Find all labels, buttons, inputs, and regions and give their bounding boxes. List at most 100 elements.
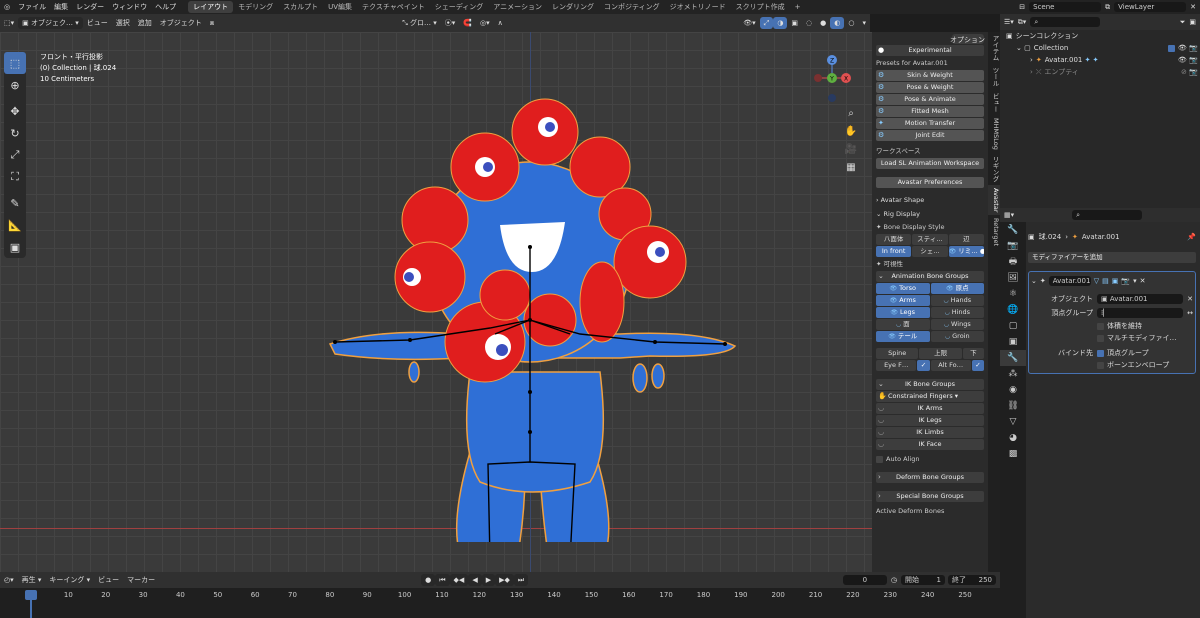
render-tab-icon[interactable]: 📷	[1000, 238, 1026, 254]
preset-skin-weight-button[interactable]: ⚙ Skin & Weight	[876, 70, 984, 81]
tab-rigging[interactable]: リギング	[988, 153, 1000, 185]
options-dropdown[interactable]: オプション	[950, 35, 985, 45]
keying-menu[interactable]: キーイング ▾	[45, 574, 94, 586]
mascot-model[interactable]	[320, 72, 750, 542]
outliner-item-avatar[interactable]: › ✦ Avatar.001 ✦ ✦ 👁 📷	[1000, 54, 1200, 66]
clear-object-icon[interactable]: ✕	[1187, 295, 1193, 303]
object-tab-icon[interactable]: ▣	[1000, 334, 1026, 350]
world-tab-icon[interactable]: 🌐	[1000, 302, 1026, 318]
anim-group-toggle[interactable]: ◡ Wings	[930, 319, 984, 330]
viewport-display-icon[interactable]: ▣	[1112, 277, 1119, 285]
in-front-toggle[interactable]: In front	[876, 246, 912, 257]
alt-focus-toggle[interactable]: Alt Fo…	[930, 360, 971, 371]
shading-wireframe-icon[interactable]: ◌	[802, 17, 816, 29]
constrained-fingers-select[interactable]: ✋ Constrained Fingers ▾	[876, 391, 984, 402]
anim-group-toggle[interactable]: ◡ Hands	[930, 295, 984, 306]
avastar-preferences-button[interactable]: Avastar Preferences	[876, 177, 984, 188]
preset-fitted-mesh-button[interactable]: ⚙ Fitted Mesh	[876, 106, 984, 117]
ik-face-toggle[interactable]: ◡ IK Face	[876, 439, 984, 450]
bind-bone-envelopes-checkbox[interactable]: ボーンエンベロープ	[1031, 359, 1193, 371]
anim-group-toggle[interactable]: 👁 Arms	[876, 295, 930, 306]
scene-collection-row[interactable]: ▣ シーンコレクション	[1000, 30, 1200, 42]
anim-group-toggle[interactable]: ◡ Hinds	[930, 307, 984, 318]
cursor-icon[interactable]: ⊕	[4, 74, 26, 96]
overlay-toggle-icon[interactable]: ◑	[773, 17, 788, 29]
style-stick-button[interactable]: スティ…	[912, 234, 948, 245]
object-field[interactable]: ▣ Avatar.001	[1097, 294, 1184, 304]
upper-radio[interactable]: 上限	[919, 348, 962, 359]
record-icon[interactable]: ●	[421, 574, 436, 586]
menu-help[interactable]: ヘルプ	[151, 2, 180, 12]
mode-select[interactable]: ▣ オブジェク… ▾	[18, 17, 83, 29]
display-mode-icon[interactable]: ⧉▾	[1018, 18, 1027, 27]
end-frame-field[interactable]: 終了 250	[948, 575, 996, 585]
jump-end-icon[interactable]: ⏭	[513, 574, 529, 586]
empty-camera-icon[interactable]: 📷	[1189, 66, 1198, 78]
collection-checkbox[interactable]	[1167, 44, 1175, 52]
spine-toggle[interactable]: Spine	[876, 348, 919, 359]
scene-field[interactable]: Scene	[1029, 2, 1102, 12]
alt-focus-checkbox[interactable]: ✓	[971, 360, 984, 371]
particles-tab-icon[interactable]: ⁂	[1000, 366, 1026, 382]
anim-group-toggle[interactable]: ◡ 面	[876, 319, 930, 330]
menu-render[interactable]: レンダー	[72, 2, 108, 12]
blender-logo-icon[interactable]: ◎	[0, 3, 14, 11]
avatar-shape-panel-header[interactable]: › Avatar Shape	[872, 193, 988, 207]
timeline-editor-icon[interactable]: ◴▾	[0, 574, 18, 586]
collapse-icon[interactable]: ⌄	[1031, 277, 1037, 285]
close-view-layer-icon[interactable]: ✕	[1186, 3, 1200, 11]
3d-viewport[interactable]: フロント・平行投影 (0) Collection | 球.024 10 Cent…	[0, 32, 872, 572]
shading-options-icon[interactable]: ▾	[858, 17, 870, 29]
edit-mode-icon[interactable]: ▽	[1094, 277, 1099, 285]
xray-icon[interactable]: ▣	[787, 17, 802, 29]
camera-view-icon[interactable]: 🎥	[842, 140, 860, 158]
ik-limbs-toggle[interactable]: ◡ IK Limbs	[876, 427, 984, 438]
tab-mhmslog[interactable]: MHMSLog	[988, 115, 1000, 153]
move-icon[interactable]: ✥	[4, 100, 26, 122]
pin-icon[interactable]: 📌	[1187, 233, 1196, 241]
workspace-tab-animation[interactable]: アニメーション	[488, 1, 547, 13]
shading-solid-icon[interactable]: ●	[816, 17, 830, 29]
editor-type-icon[interactable]: ⬚▾	[0, 17, 18, 29]
menu-edit[interactable]: 編集	[50, 2, 72, 12]
workspace-tab-geometry-nodes[interactable]: ジオメトリノード	[665, 1, 731, 13]
anim-group-toggle[interactable]: 👁 Legs	[876, 307, 930, 318]
gizmo-toggle-icon[interactable]: ⤢	[759, 17, 774, 29]
shape-toggle[interactable]: シェ…	[912, 246, 948, 257]
add-modifier-button[interactable]: モディファイアーを追加	[1028, 252, 1196, 263]
load-workspace-button[interactable]: Load SL Animation Workspace	[876, 158, 984, 169]
outliner-item-empty[interactable]: › ⤫ エンプティ ⊘ 📷	[1000, 66, 1200, 78]
measure-icon[interactable]: 📐	[4, 214, 26, 236]
rotate-icon[interactable]: ↻	[4, 122, 26, 144]
shading-rendered-icon[interactable]: ○	[844, 17, 858, 29]
annotate-icon[interactable]: ✎	[4, 192, 26, 214]
tab-avastar[interactable]: Avastar	[988, 184, 1000, 216]
play-icon[interactable]: ▶	[481, 574, 496, 586]
jump-start-icon[interactable]: ⏮	[435, 574, 450, 586]
tab-retarget[interactable]: Retarget	[988, 215, 1000, 249]
ik-bone-groups-header[interactable]: ⌄ IK Bone Groups	[876, 379, 984, 390]
eye-focus-toggle[interactable]: Eye F…	[876, 360, 917, 371]
preserve-volume-checkbox[interactable]: 体積を維持	[1031, 320, 1193, 332]
select-box-icon[interactable]: ⬚	[4, 52, 26, 74]
scene-tab-icon[interactable]: ⚛	[1000, 286, 1026, 302]
on-cage-icon[interactable]: ▤	[1102, 277, 1109, 285]
rig-display-panel-header[interactable]: ⌄ Rig Display	[872, 207, 988, 221]
properties-search[interactable]: ⌕	[1072, 210, 1143, 220]
menu-view[interactable]: ビュー	[83, 17, 112, 29]
workspace-tab-uv[interactable]: UV編集	[323, 1, 357, 13]
physics-tab-icon[interactable]: ◉	[1000, 382, 1026, 398]
grid-view-icon[interactable]: ▦	[842, 158, 860, 176]
preview-range-icon[interactable]: ◷	[887, 574, 901, 586]
avatar-camera-icon[interactable]: 📷	[1189, 54, 1198, 66]
falloff-icon[interactable]: ∧	[494, 17, 507, 29]
snap-icon[interactable]: 🧲	[459, 17, 476, 29]
transform-icon[interactable]: ⛶	[4, 166, 26, 188]
texture-tab-icon[interactable]: ▩	[1000, 446, 1026, 462]
remove-modifier-icon[interactable]: ✕	[1140, 277, 1146, 285]
tab-tool[interactable]: ツール	[988, 64, 1000, 90]
navigation-gizmo[interactable]: Z Y X	[806, 54, 856, 104]
output-tab-icon[interactable]: 🖶	[1000, 254, 1026, 270]
outliner-search[interactable]: ⌕	[1030, 17, 1101, 27]
filter-icon[interactable]: ⏷	[1180, 18, 1186, 27]
